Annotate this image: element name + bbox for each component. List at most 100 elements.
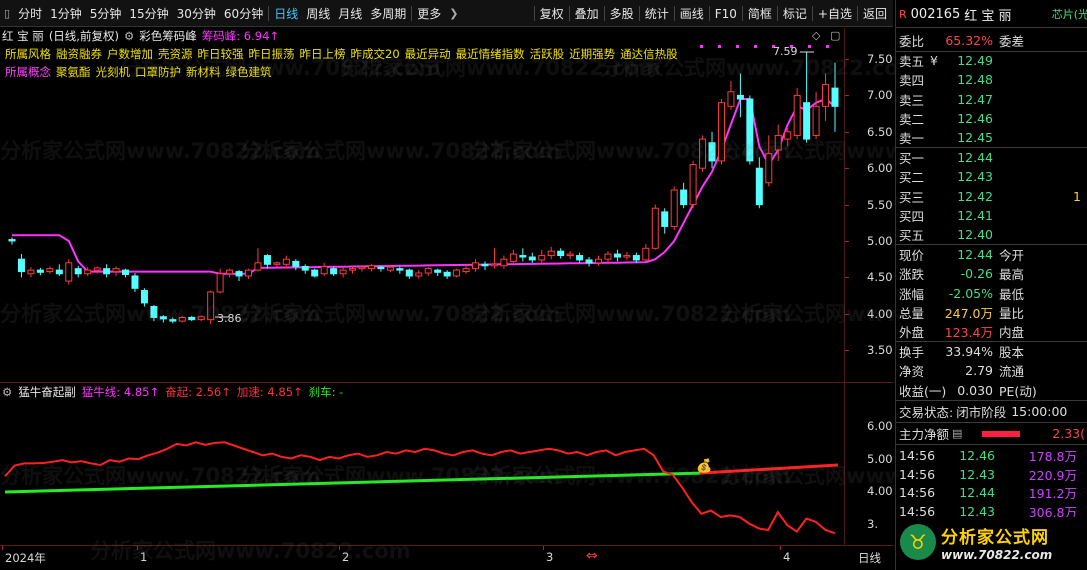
buy-price: 12.41 (957, 207, 993, 223)
scroll-arrows-icon[interactable]: ⇔ (586, 548, 598, 564)
candle (680, 182, 688, 209)
quote-label2: 最低 (999, 286, 1025, 302)
period-tab-4[interactable]: 30分钟 (173, 5, 220, 22)
chevron-down-icon[interactable]: ❯ (445, 7, 462, 20)
main-flow-label: 主力净额 (899, 427, 950, 442)
period-tab-2[interactable]: 5分钟 (86, 5, 126, 22)
candle (55, 264, 63, 276)
x-tick-label: 2 (342, 550, 350, 564)
window-icon[interactable]: ▢ (830, 29, 840, 42)
candle (36, 267, 44, 276)
list-icon[interactable]: ▤ (952, 427, 962, 440)
x-tick-mark (339, 546, 340, 550)
candle (670, 186, 678, 231)
main-flow-value: 2.33( (1052, 426, 1085, 441)
action-button-0[interactable]: 复权 (536, 5, 568, 22)
sell-row: 卖五 ¥12.49 (899, 51, 1085, 70)
period-tab-7[interactable]: 周线 (302, 5, 334, 22)
tick-row: 14:56 12.44 191.2万 (899, 483, 1085, 502)
action-button-7[interactable]: 标记 (779, 5, 811, 22)
tick-time: 14:56 (899, 448, 936, 463)
candle (254, 248, 262, 272)
period-tab-9[interactable]: 多周期 (366, 5, 410, 22)
period-tab-6[interactable]: 日线 (270, 5, 302, 22)
candle (765, 135, 773, 187)
buy-label: 买三 (899, 189, 925, 205)
period-tab-1[interactable]: 1分钟 (46, 5, 86, 22)
buy-row: 买四 12.41 (899, 206, 1085, 225)
action-button-3[interactable]: 统计 (641, 5, 673, 22)
chip-peak-line (12, 97, 836, 275)
x-tick-mark (2, 546, 3, 550)
sub-indicator-chart[interactable]: 💰 (0, 383, 844, 545)
candle (803, 52, 811, 143)
yen-icon: ¥ (930, 53, 938, 68)
candle (595, 255, 603, 266)
quote-panel: R 002165 红 宝 丽 芯片(光 委比 65.32% 委差 卖五 ¥12.49 卖四 12.4… (895, 0, 1087, 570)
weibi-row: 委比 65.32% 委差 (899, 31, 1085, 50)
action-button-9[interactable]: 返回 (859, 5, 891, 22)
y-tick-label: 7.50 (867, 52, 893, 66)
stat-row: 收益(一) 0.030 PE(动) (899, 381, 1085, 400)
candle (150, 305, 158, 322)
action-button-6[interactable]: 简框 (744, 5, 776, 22)
stat-row: 换手 33.94% 股本 (899, 342, 1085, 361)
sector-tag[interactable]: 芯片(光 (1052, 6, 1087, 22)
candle (140, 288, 148, 307)
sub-y-axis: 6.00 5.00 4.00 3. (844, 383, 893, 545)
candle (443, 270, 451, 279)
sell-price: 12.47 (957, 91, 993, 107)
candle (74, 265, 82, 278)
buy-label: 买五 (899, 228, 925, 244)
quote-row: 现价 12.44 今开 (899, 245, 1085, 264)
tick-row: 14:56 12.43 220.9万 (899, 465, 1085, 484)
action-button-8[interactable]: +自选 (814, 5, 856, 22)
sell-row: 卖一 12.45 (899, 128, 1085, 147)
buy-price: 12.44 (957, 150, 993, 165)
period-tab-3[interactable]: 15分钟 (125, 5, 172, 22)
quote-row: 涨跌 -0.26 最高 (899, 264, 1085, 283)
action-button-5[interactable]: F10 (711, 7, 741, 21)
signal-dot (754, 45, 757, 48)
candle (159, 315, 167, 323)
sell-price: 12.45 (957, 130, 993, 146)
y-tick-mark (845, 350, 849, 352)
buy-label: 买四 (899, 208, 925, 224)
separator (776, 6, 778, 21)
signal-dot (718, 45, 721, 48)
signal-dot (826, 45, 829, 48)
candle (292, 259, 300, 271)
x-tick-mark (137, 546, 138, 550)
quote-label2: 量比 (999, 305, 1025, 321)
main-flow-row: 主力净额 ▤ 2.33( (899, 424, 1085, 443)
divider (896, 400, 1087, 401)
period-tab-10[interactable]: 更多 (413, 5, 445, 22)
y-tick-mark (845, 59, 849, 60)
candle (27, 267, 35, 278)
period-tab-8[interactable]: 月线 (334, 5, 366, 22)
diamond-icon[interactable]: ◇ (812, 29, 820, 42)
candle (330, 266, 338, 276)
candle (263, 254, 271, 269)
sell-price: 12.48 (957, 72, 993, 88)
period-tab-0[interactable]: 分时 (14, 5, 46, 22)
kline-chart[interactable]: 7.59 3.86 (0, 28, 844, 382)
period-tab-5[interactable]: 60分钟 (220, 5, 267, 22)
sidebar-toggle-icon[interactable]: ▯ (0, 7, 14, 20)
action-button-4[interactable]: 画线 (676, 5, 708, 22)
action-button-1[interactable]: 叠加 (571, 5, 603, 22)
separator (268, 5, 270, 21)
y-tick-label: 6.00 (867, 419, 893, 433)
date-axis: 2024年 1 2 3 4 ⇔ 日线 (0, 545, 893, 570)
candle (415, 270, 423, 279)
app-root: { "toolbar":{ "periods":["分时","1分钟","5分钟… (0, 0, 1087, 570)
candle (547, 246, 555, 260)
y-tick-mark (845, 95, 849, 97)
candle (604, 251, 612, 263)
candle (557, 248, 565, 259)
action-button-2[interactable]: 多股 (606, 5, 638, 22)
separator (673, 6, 675, 21)
quote-label: 涨跌 (899, 267, 925, 283)
sell-row: 卖二 12.46 (899, 109, 1085, 128)
candle (632, 252, 640, 263)
